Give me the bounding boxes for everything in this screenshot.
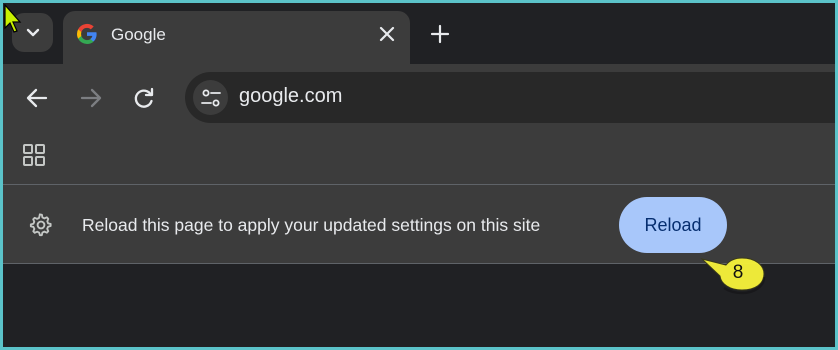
apps-grid-icon[interactable] xyxy=(22,143,46,167)
tab-search-chevron-icon xyxy=(26,28,39,36)
active-tab[interactable]: Google xyxy=(63,11,410,64)
back-arrow-icon[interactable] xyxy=(23,84,51,112)
infobar-message: Reload this page to apply your updated s… xyxy=(82,215,541,235)
address-bar[interactable]: google.com xyxy=(185,72,835,123)
plus-icon[interactable] xyxy=(428,22,452,46)
reload-button[interactable]: Reload xyxy=(619,197,727,253)
close-icon[interactable] xyxy=(376,23,398,45)
tab-title: Google xyxy=(111,25,166,44)
url-text: google.com xyxy=(239,85,343,107)
toolbar: google.com xyxy=(3,64,835,132)
step-number: 8 xyxy=(732,262,744,283)
google-favicon-icon xyxy=(76,23,97,45)
gear-icon xyxy=(29,213,52,237)
tab-strip: Google xyxy=(0,0,838,64)
forward-arrow-icon[interactable] xyxy=(77,84,105,112)
bookmarks-bar xyxy=(3,132,835,184)
reload-icon[interactable] xyxy=(130,84,158,112)
site-settings-icon xyxy=(200,89,221,106)
site-info-button[interactable] xyxy=(193,80,228,115)
mouse-cursor-icon xyxy=(4,4,22,33)
